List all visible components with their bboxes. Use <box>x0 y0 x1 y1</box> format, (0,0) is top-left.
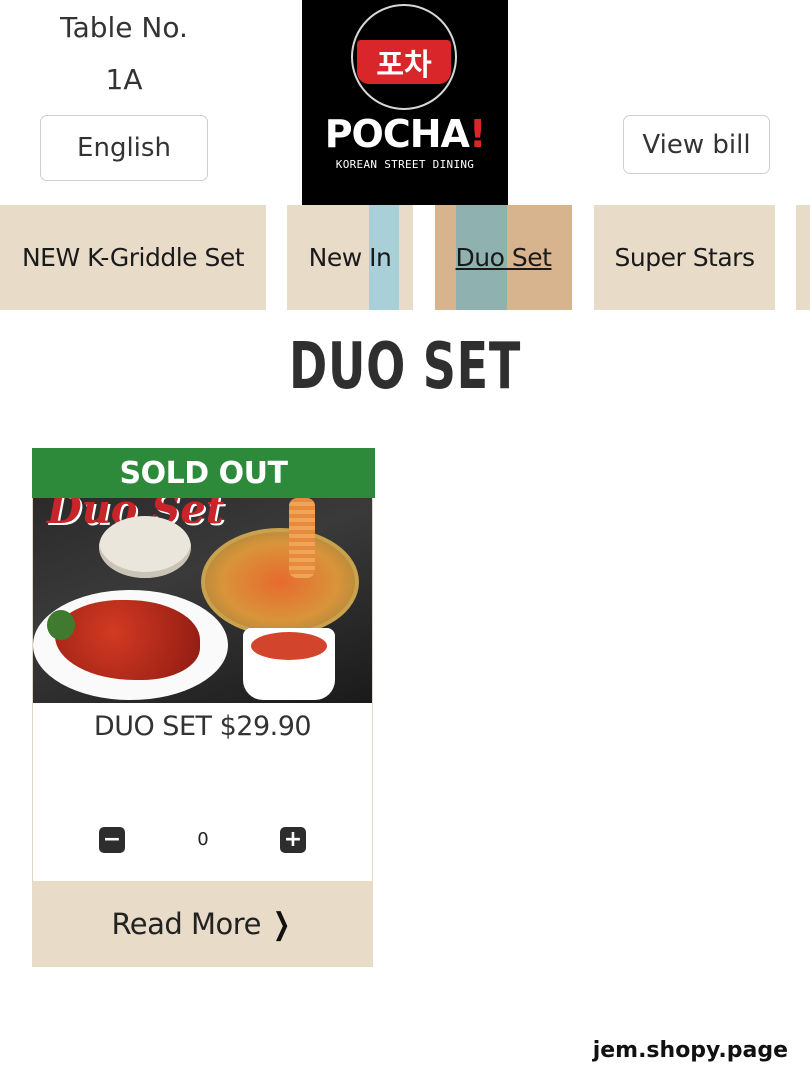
category-tab-duo-set[interactable]: Duo Set <box>435 205 572 310</box>
sold-out-badge: SOLD OUT <box>32 448 375 498</box>
category-tab-new-k-griddle-set[interactable]: NEW K-Griddle Set <box>0 205 266 310</box>
category-tab-label: Super Stars <box>614 243 755 272</box>
chevron-right-icon: ❯ <box>272 906 291 942</box>
product-name-price: DUO SET $29.90 <box>93 711 312 742</box>
noodle-lift <box>289 498 315 578</box>
minus-icon[interactable]: − <box>99 827 125 853</box>
logo-emblem: 포차 <box>351 4 457 110</box>
kimchi <box>251 632 327 660</box>
product-photo[interactable]: Duo Set <box>33 498 372 703</box>
category-tab-new-in[interactable]: New In <box>287 205 413 310</box>
logo-wordmark-accent: ! <box>468 112 486 156</box>
garnish <box>47 610 75 640</box>
ramen-pot <box>201 528 359 636</box>
section-title: DUO SET <box>288 330 522 404</box>
rice-bowl <box>99 516 191 578</box>
quantity-value: 0 <box>197 829 209 850</box>
read-more-label: Read More <box>111 907 261 941</box>
language-button[interactable]: English <box>40 115 208 181</box>
category-tab-partial[interactable] <box>796 205 810 310</box>
table-label-text: Table No. <box>60 11 188 44</box>
logo-wordmark: POCHA! <box>302 112 508 156</box>
quantity-stepper: − 0 + <box>33 827 372 853</box>
read-more-button[interactable]: Read More ❯ <box>32 881 373 967</box>
logo-subtitle: KOREAN STREET DINING <box>335 158 475 171</box>
category-tab-label: New In <box>308 243 392 272</box>
plus-icon[interactable]: + <box>280 827 306 853</box>
view-bill-button[interactable]: View bill <box>623 115 770 174</box>
category-tab-super-stars[interactable]: Super Stars <box>594 205 775 310</box>
logo-wordmark-text: POCHA <box>324 112 470 156</box>
logo-korean-text: 포차 <box>357 40 451 84</box>
watermark: jem.shopy.page <box>592 1038 788 1063</box>
product-card: SOLD OUT Duo Set DUO SET $29.90 − 0 + Re… <box>32 448 375 967</box>
category-tab-label: Duo Set <box>455 243 552 272</box>
pocha-logo: 포차 POCHA! KOREAN STREET DINING <box>302 0 508 205</box>
table-number: 1A <box>105 63 143 96</box>
category-tab-label: NEW K-Griddle Set <box>21 243 245 272</box>
table-label: Table No. 1A <box>40 2 208 106</box>
